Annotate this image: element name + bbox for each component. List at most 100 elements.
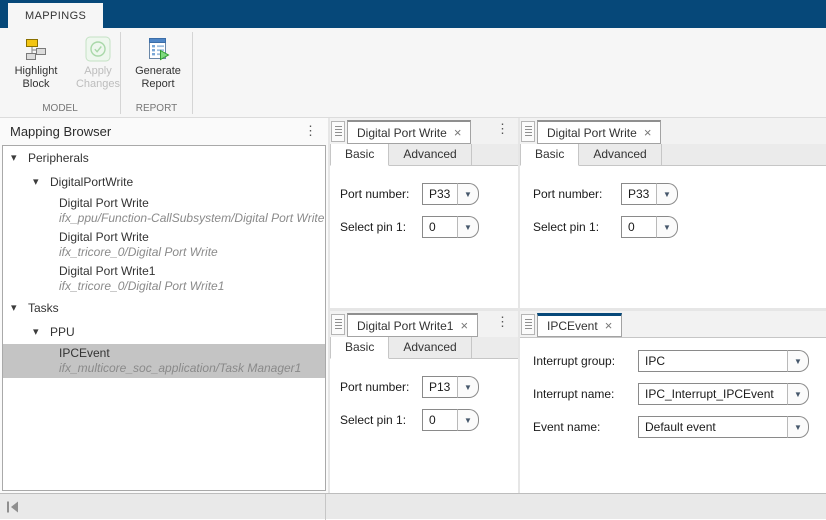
grip-lines [525, 126, 532, 137]
tree-item-label: IPCEvent [59, 346, 325, 361]
collapse-panel-icon[interactable] [6, 501, 20, 513]
dropdown-value: P33 [422, 183, 458, 205]
expander-icon[interactable]: ▾ [33, 177, 46, 187]
port-number-dropdown[interactable]: P33 ▼ [422, 183, 479, 205]
tab-basic[interactable]: Basic [520, 144, 579, 166]
tree-item-digital-port-write-ppu[interactable]: Digital Port Write ifx_ppu/Function-Call… [3, 194, 325, 228]
event-name-dropdown[interactable]: Default event ▼ [638, 416, 809, 438]
tab-label: Digital Port Write1 [357, 319, 453, 333]
mapping-browser-tree: ▾ Peripherals ▾ DigitalPortWrite Digital… [2, 145, 326, 491]
grip-icon[interactable] [331, 314, 345, 335]
tree-item-peripherals[interactable]: ▾ Peripherals [3, 146, 325, 170]
tab-advanced[interactable]: Advanced [389, 337, 471, 358]
tree-item-label: Digital Port Write [59, 230, 325, 245]
apply-changes-label: Apply Changes [68, 65, 128, 91]
tree-item-ipcevent[interactable]: IPCEvent ifx_multicore_soc_application/T… [3, 344, 325, 378]
highlight-block-label: Highlight Block [6, 65, 66, 91]
grip-icon[interactable] [521, 121, 535, 142]
port-number-label: Port number: [340, 187, 422, 201]
dropdown-arrow-icon[interactable]: ▼ [656, 183, 678, 205]
panel-tabbar: Digital Port Write × ⋮ [330, 118, 518, 144]
port-number-dropdown[interactable]: P33 ▼ [621, 183, 678, 205]
tree-item-digitalportwrite[interactable]: ▾ DigitalPortWrite [3, 170, 325, 194]
tab-mappings[interactable]: MAPPINGS [8, 3, 103, 28]
status-bar [0, 493, 826, 519]
report-group-label: REPORT [121, 103, 192, 114]
close-icon[interactable]: × [460, 320, 468, 332]
port-number-label: Port number: [533, 187, 621, 201]
apply-changes-button[interactable]: Apply Changes [68, 34, 128, 106]
kebab-menu-icon[interactable]: ⋮ [304, 123, 317, 139]
tab-label: IPCEvent [547, 319, 598, 333]
dropdown-arrow-icon[interactable]: ▼ [457, 409, 479, 431]
panel-body: Port number: P33 ▼ Select pin 1: 0 ▼ [520, 166, 826, 308]
tab-ipcevent[interactable]: IPCEvent × [537, 313, 622, 337]
dropdown-arrow-icon[interactable]: ▼ [787, 350, 809, 372]
tab-label: Digital Port Write [547, 126, 637, 140]
tab-advanced[interactable]: Advanced [579, 144, 661, 165]
select-pin-field: Select pin 1: 0 ▼ [340, 409, 518, 431]
expander-icon[interactable]: ▾ [11, 153, 24, 163]
tab-basic[interactable]: Basic [330, 144, 389, 166]
tree-item-path: ifx_tricore_0/Digital Port Write1 [59, 279, 325, 293]
expander-icon[interactable]: ▾ [11, 303, 24, 313]
dropdown-value: 0 [422, 409, 458, 431]
tree-item-digital-port-write-tricore[interactable]: Digital Port Write ifx_tricore_0/Digital… [3, 228, 325, 262]
tab-digital-port-write[interactable]: Digital Port Write × [347, 120, 471, 144]
dropdown-arrow-icon[interactable]: ▼ [787, 416, 809, 438]
dropdown-arrow-icon[interactable]: ▼ [457, 216, 479, 238]
dropdown-arrow-icon[interactable]: ▼ [787, 383, 809, 405]
interrupt-group-dropdown[interactable]: IPC ▼ [638, 350, 809, 372]
close-icon[interactable]: × [605, 320, 613, 332]
port-number-dropdown[interactable]: P13 ▼ [422, 376, 479, 398]
subtab-bar: Basic Advanced [520, 144, 826, 166]
close-icon[interactable]: × [644, 127, 652, 139]
tree-item-path: ifx_tricore_0/Digital Port Write [59, 245, 325, 259]
interrupt-name-label: Interrupt name: [533, 387, 638, 401]
port-number-field: Port number: P33 ▼ [340, 183, 518, 205]
panel-body: Port number: P13 ▼ Select pin 1: 0 ▼ [330, 359, 518, 493]
panel-body: Port number: P33 ▼ Select pin 1: 0 ▼ [330, 166, 518, 308]
grip-icon[interactable] [521, 314, 535, 335]
select-pin-dropdown[interactable]: 0 ▼ [422, 216, 479, 238]
panel-tabbar: Digital Port Write1 × ⋮ [330, 311, 518, 337]
dropdown-arrow-icon[interactable]: ▼ [656, 216, 678, 238]
tree-item-label: Digital Port Write [59, 196, 325, 211]
tree-item-digital-port-write1[interactable]: Digital Port Write1 ifx_tricore_0/Digita… [3, 262, 325, 296]
grip-icon[interactable] [331, 121, 345, 142]
tree-item-label: Peripherals [28, 151, 89, 165]
dropdown-arrow-icon[interactable]: ▼ [457, 183, 479, 205]
select-pin-label: Select pin 1: [340, 413, 422, 427]
dropdown-value: Default event [638, 416, 788, 438]
close-icon[interactable]: × [454, 127, 462, 139]
kebab-menu-icon[interactable]: ⋮ [496, 121, 518, 142]
select-pin-dropdown[interactable]: 0 ▼ [422, 409, 479, 431]
tree-item-ppu[interactable]: ▾ PPU [3, 320, 325, 344]
highlight-block-icon [23, 36, 49, 62]
tab-basic[interactable]: Basic [330, 337, 389, 359]
port-number-field: Port number: P33 ▼ [530, 183, 826, 205]
tab-advanced[interactable]: Advanced [389, 144, 471, 165]
kebab-menu-icon[interactable]: ⋮ [496, 314, 518, 335]
tab-digital-port-write[interactable]: Digital Port Write × [537, 120, 661, 144]
select-pin-dropdown[interactable]: 0 ▼ [621, 216, 678, 238]
tree-item-label: PPU [50, 325, 75, 339]
tree-item-tasks[interactable]: ▾ Tasks [3, 296, 325, 320]
tab-label: Digital Port Write [357, 126, 447, 140]
dropdown-arrow-icon[interactable]: ▼ [457, 376, 479, 398]
subtab-bar: Basic Advanced [330, 337, 518, 359]
event-name-label: Event name: [533, 420, 638, 434]
generate-report-button[interactable]: Generate Report [126, 34, 190, 106]
select-pin-label: Select pin 1: [533, 220, 621, 234]
panel-digital-port-write-mid: Digital Port Write × ⋮ Basic Advanced Po… [330, 118, 518, 308]
expander-icon[interactable]: ▾ [33, 327, 46, 337]
dropdown-value: P33 [621, 183, 657, 205]
tab-digital-port-write1[interactable]: Digital Port Write1 × [347, 313, 478, 337]
interrupt-name-dropdown[interactable]: IPC_Interrupt_IPCEvent ▼ [638, 383, 809, 405]
dropdown-value: 0 [422, 216, 458, 238]
port-number-label: Port number: [340, 380, 422, 394]
toolstrip-header: MAPPINGS [0, 0, 826, 28]
highlight-block-button[interactable]: Highlight Block [6, 34, 66, 106]
tree-item-path: ifx_ppu/Function-CallSubsystem/Digital P… [59, 211, 325, 225]
ribbon-toolbar: Highlight Block Apply Changes Generate R… [0, 28, 826, 118]
